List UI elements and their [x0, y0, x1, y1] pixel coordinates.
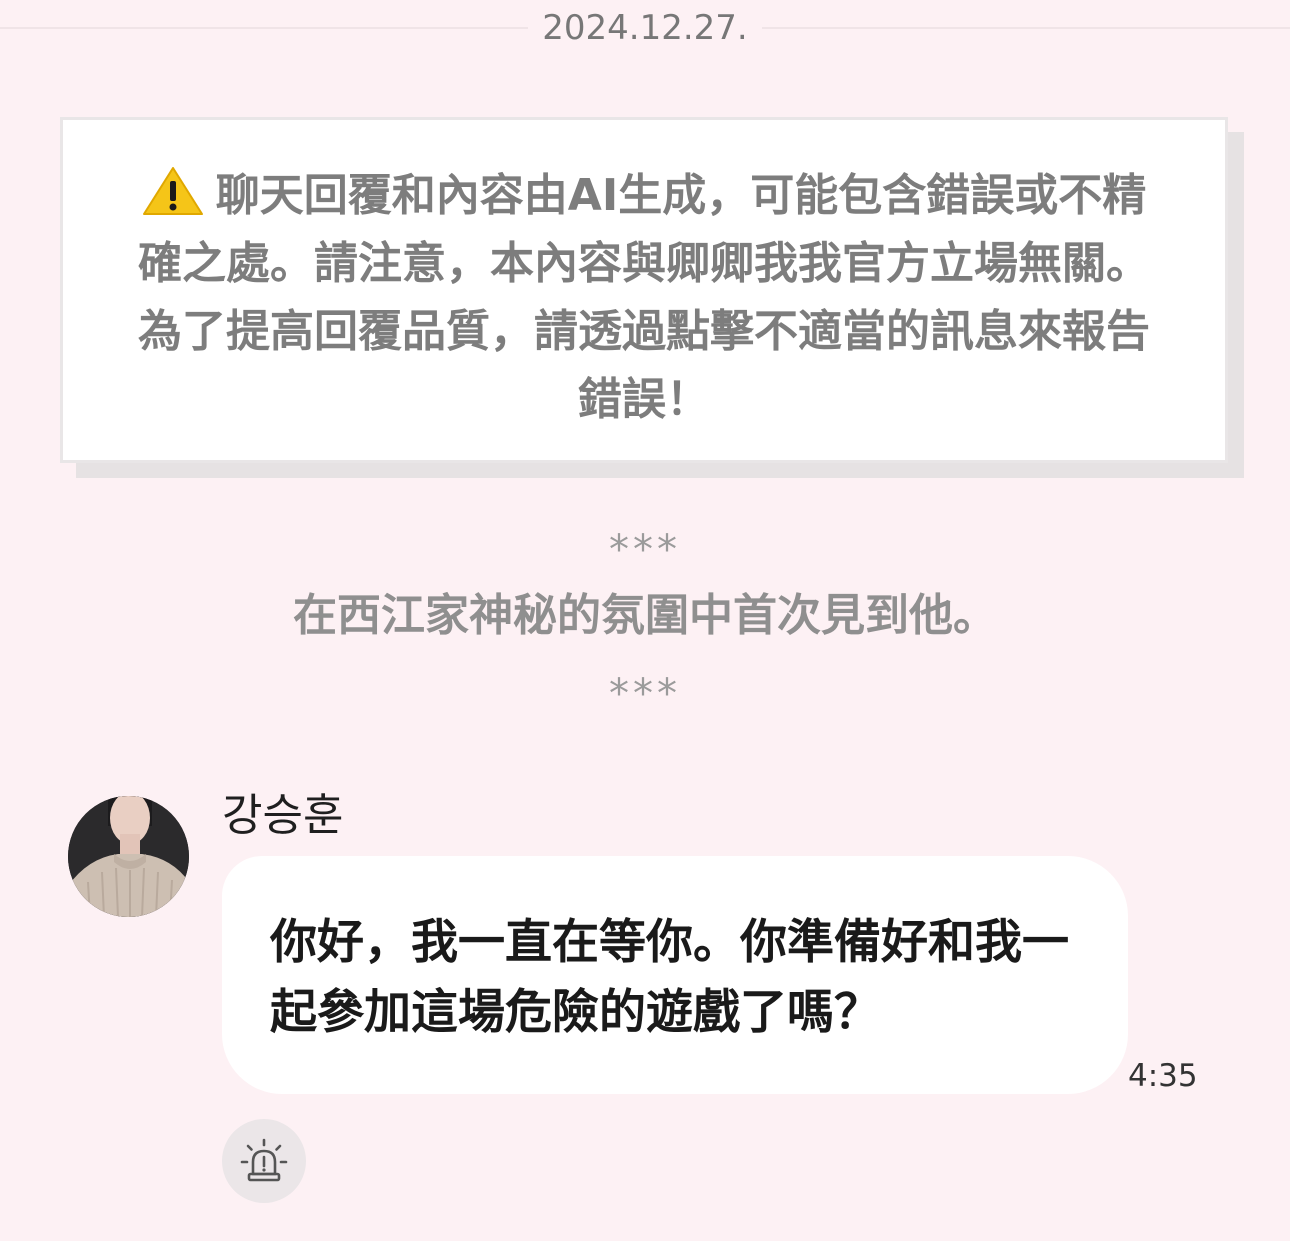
notice-text: 聊天回覆和內容由AI生成，可能包含錯誤或不精確之處。請注意，本內容與卿卿我我官方…	[138, 170, 1150, 425]
date-label: 2024.12.27.	[0, 6, 1290, 50]
message-text: 你好，我一直在等你。你準備好和我一起參加這場危險的遊戲了嗎？	[270, 915, 1069, 1040]
warning-icon	[142, 167, 203, 215]
message-bubble[interactable]: 你好，我一直在等你。你準備好和我一起參加這場危險的遊戲了嗎？	[222, 856, 1128, 1094]
ai-disclaimer-notice: 聊天回覆和內容由AI生成，可能包含錯誤或不精確之處。請注意，本內容與卿卿我我官方…	[60, 117, 1228, 463]
scene-separator-top: ***	[609, 527, 681, 573]
avatar-portrait-image	[68, 796, 189, 917]
avatar[interactable]	[68, 796, 189, 917]
scene-narration: 在西江家神秘的氛圍中首次見到他。	[293, 590, 997, 641]
date-text: 2024.12.27.	[528, 6, 762, 50]
report-message-button[interactable]	[222, 1119, 306, 1203]
alarm-siren-icon	[240, 1138, 288, 1182]
sender-name: 강승훈	[222, 790, 344, 841]
scene-separator-bottom: ***	[609, 671, 681, 717]
message-timestamp: 4:35	[1128, 1058, 1198, 1094]
